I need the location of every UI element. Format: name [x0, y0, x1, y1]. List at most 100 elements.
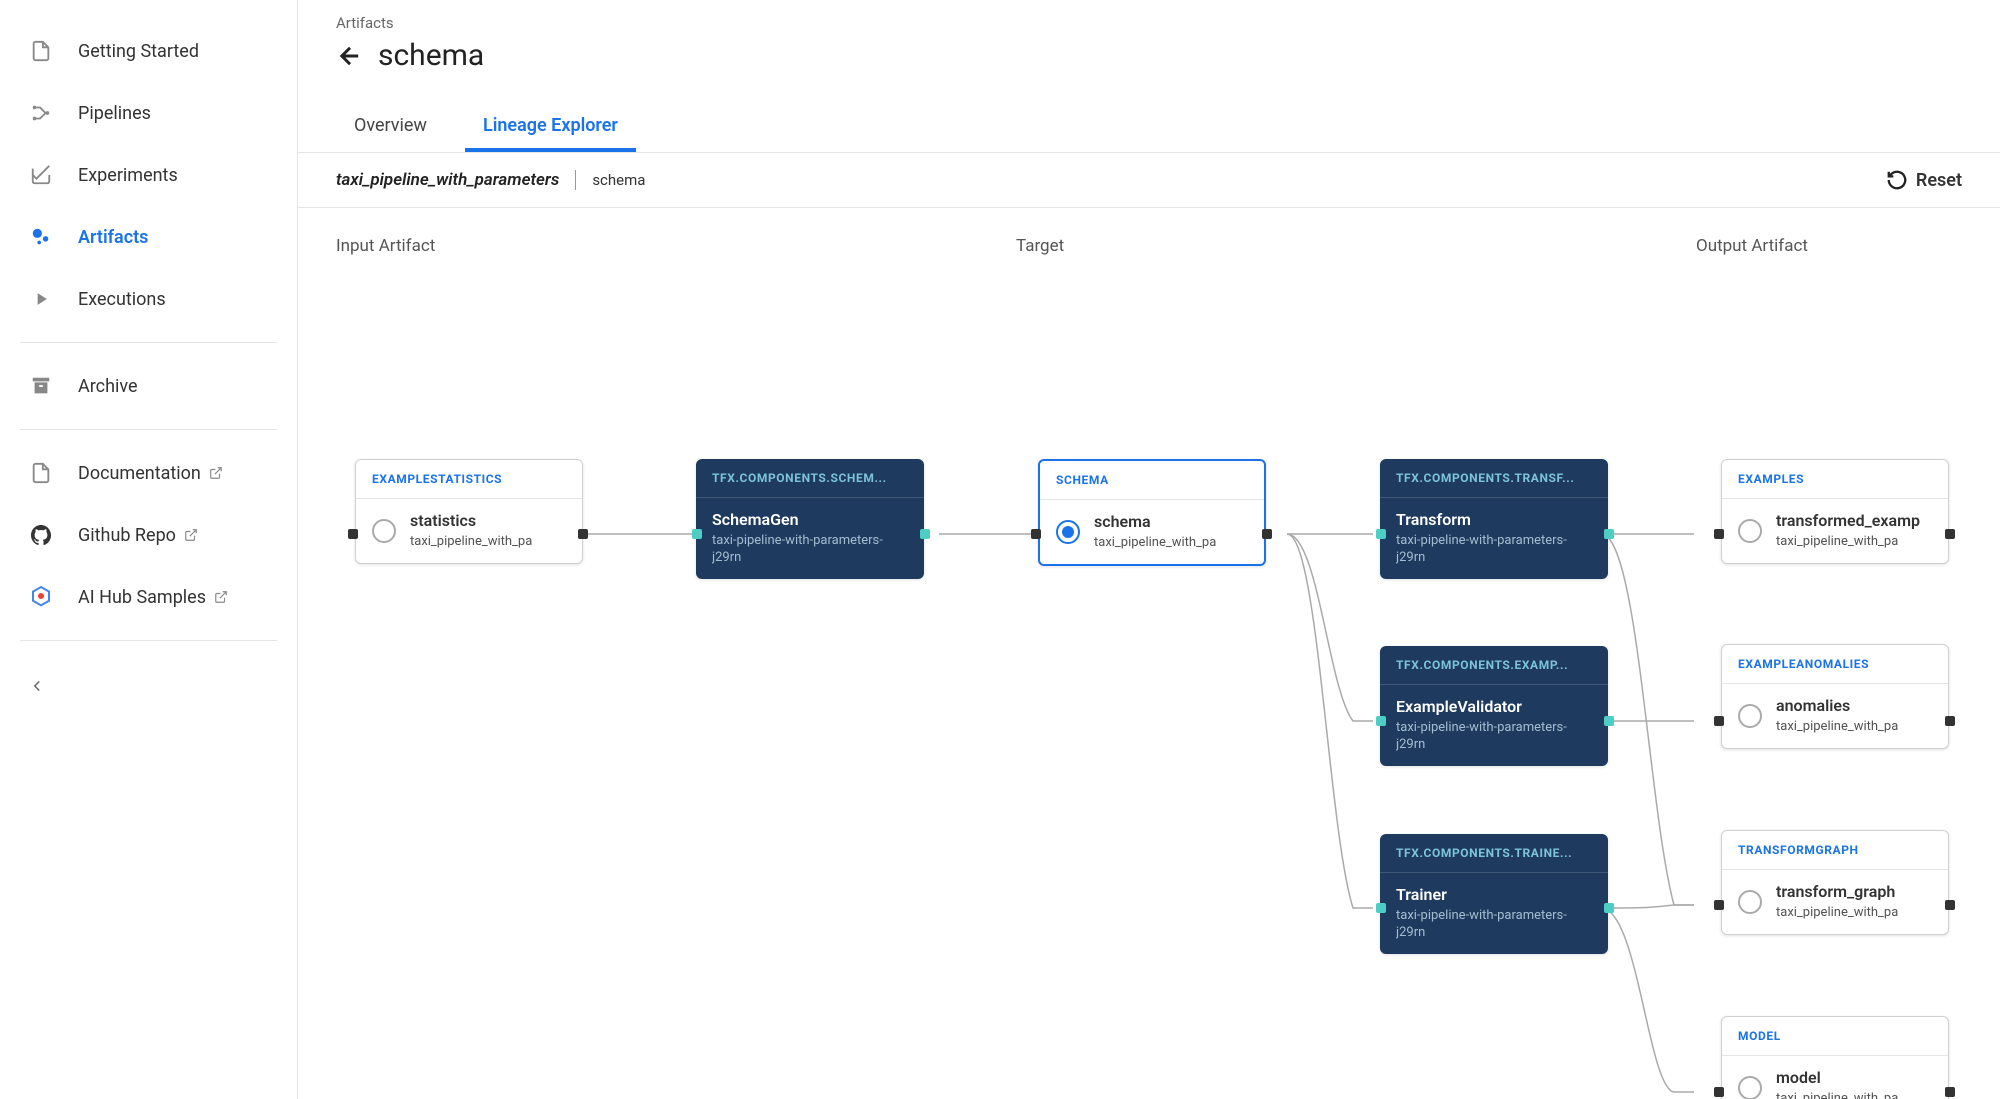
nav-label: Experiments	[78, 165, 178, 186]
node-transform[interactable]: TFX.COMPONENTS.TRANSF... Transform taxi-…	[1380, 459, 1608, 579]
back-button[interactable]	[336, 42, 364, 70]
node-subtitle: taxi-pipeline-with-parameters-j29rn	[1396, 533, 1592, 567]
node-output-model[interactable]: MODEL model taxi_pipeline_with_pa	[1721, 1016, 1949, 1099]
external-link-icon	[184, 528, 198, 542]
port	[1945, 716, 1955, 726]
node-title: Trainer	[1396, 885, 1592, 904]
nav-label: AI Hub Samples	[78, 587, 206, 608]
port	[1376, 716, 1386, 726]
nav-documentation[interactable]: Documentation	[0, 442, 297, 504]
nav-label: Pipelines	[78, 103, 151, 124]
nav-experiments[interactable]: Experiments	[0, 144, 297, 206]
nav-artifacts[interactable]: Artifacts	[0, 206, 297, 268]
node-output-transformgraph[interactable]: TRANSFORMGRAPH transform_graph taxi_pipe…	[1721, 830, 1949, 935]
port	[1604, 716, 1614, 726]
sidebar: Getting Started Pipelines Experiments Ar…	[0, 0, 298, 1099]
port	[1376, 903, 1386, 913]
main-content: Artifacts schema Overview Lineage Explor…	[298, 0, 2000, 1099]
node-subtitle: taxi_pipeline_with_pa	[1776, 534, 1920, 551]
node-subtitle: taxi-pipeline-with-parameters-j29rn	[1396, 908, 1592, 942]
node-type: EXAMPLESTATISTICS	[356, 460, 582, 499]
reset-label: Reset	[1916, 170, 1962, 191]
node-input-statistics[interactable]: EXAMPLESTATISTICS statistics taxi_pipeli…	[355, 459, 583, 564]
node-type: TFX.COMPONENTS.SCHEM...	[696, 459, 924, 498]
document-icon	[28, 460, 54, 486]
tab-overview[interactable]: Overview	[336, 99, 445, 152]
divider	[20, 342, 277, 343]
tab-lineage-explorer[interactable]: Lineage Explorer	[465, 99, 636, 152]
reset-button[interactable]: Reset	[1886, 169, 1962, 191]
nav-pipelines[interactable]: Pipelines	[0, 82, 297, 144]
tabs: Overview Lineage Explorer	[298, 99, 2000, 153]
node-schemagen[interactable]: TFX.COMPONENTS.SCHEM... SchemaGen taxi-p…	[696, 459, 924, 579]
nav-label: Artifacts	[78, 227, 148, 248]
divider	[20, 429, 277, 430]
reset-icon	[1886, 169, 1908, 191]
divider	[20, 640, 277, 641]
play-icon	[28, 286, 54, 312]
node-type: EXAMPLEANOMALIES	[1722, 645, 1948, 684]
node-type: TFX.COMPONENTS.TRAINE...	[1380, 834, 1608, 873]
node-trainer[interactable]: TFX.COMPONENTS.TRAINE... Trainer taxi-pi…	[1380, 834, 1608, 954]
nav-getting-started[interactable]: Getting Started	[0, 20, 297, 82]
radio-icon[interactable]	[1738, 1076, 1762, 1099]
radio-icon[interactable]	[1738, 519, 1762, 543]
node-type: TFX.COMPONENTS.TRANSF...	[1380, 459, 1608, 498]
port	[1376, 529, 1386, 539]
node-output-anomalies[interactable]: EXAMPLEANOMALIES anomalies taxi_pipeline…	[1721, 644, 1949, 749]
radio-icon[interactable]	[372, 519, 396, 543]
nav-github[interactable]: Github Repo	[0, 504, 297, 566]
port	[1262, 529, 1272, 539]
subheader: taxi_pipeline_with_parameters schema Res…	[298, 153, 2000, 208]
radio-icon[interactable]	[1738, 890, 1762, 914]
external-link-icon	[214, 590, 228, 604]
port	[1604, 529, 1614, 539]
port	[1714, 900, 1724, 910]
nav-archive[interactable]: Archive	[0, 355, 297, 417]
node-title: anomalies	[1776, 696, 1898, 715]
node-title: model	[1776, 1068, 1898, 1087]
column-header-target: Target	[1016, 236, 1696, 256]
nav-aihub[interactable]: AI Hub Samples	[0, 566, 297, 628]
node-type: TRANSFORMGRAPH	[1722, 831, 1948, 870]
nav-label: Github Repo	[78, 525, 176, 546]
port	[1945, 1087, 1955, 1097]
port	[1714, 716, 1724, 726]
collapse-sidebar-button[interactable]	[0, 665, 297, 711]
node-title: transform_graph	[1776, 882, 1898, 901]
node-title: transformed_examp	[1776, 511, 1920, 530]
lineage-canvas[interactable]: Input Artifact Target Output Artifact EX…	[298, 208, 2000, 1099]
page-title: schema	[378, 38, 484, 73]
radio-icon[interactable]	[1738, 704, 1762, 728]
node-title: Transform	[1396, 510, 1592, 529]
node-subtitle: taxi-pipeline-with-parameters-j29rn	[712, 533, 908, 567]
column-header-input: Input Artifact	[336, 236, 1016, 256]
port	[348, 529, 358, 539]
document-icon	[28, 38, 54, 64]
radio-icon[interactable]	[1056, 520, 1080, 544]
nav-executions[interactable]: Executions	[0, 268, 297, 330]
github-icon	[28, 522, 54, 548]
node-type: MODEL	[1722, 1017, 1948, 1056]
node-subtitle: taxi_pipeline_with_pa	[1776, 1091, 1898, 1099]
bubbles-icon	[28, 224, 54, 250]
archive-icon	[28, 373, 54, 399]
pipeline-icon	[28, 100, 54, 126]
column-header-output: Output Artifact	[1696, 236, 1962, 256]
node-type: EXAMPLES	[1722, 460, 1948, 499]
node-type: SCHEMA	[1040, 461, 1264, 500]
checklist-icon	[28, 162, 54, 188]
node-title: SchemaGen	[712, 510, 908, 529]
nav-label: Documentation	[78, 463, 201, 484]
node-title: statistics	[410, 511, 532, 530]
node-subtitle: taxi_pipeline_with_pa	[410, 534, 532, 551]
port	[1945, 529, 1955, 539]
node-output-examples[interactable]: EXAMPLES transformed_examp taxi_pipeline…	[1721, 459, 1949, 564]
artifact-name: schema	[592, 171, 645, 189]
node-subtitle: taxi_pipeline_with_pa	[1094, 535, 1216, 552]
node-examplevalidator[interactable]: TFX.COMPONENTS.EXAMP... ExampleValidator…	[1380, 646, 1608, 766]
node-type: TFX.COMPONENTS.EXAMP...	[1380, 646, 1608, 685]
port	[1714, 1087, 1724, 1097]
node-target-schema[interactable]: SCHEMA schema taxi_pipeline_with_pa	[1038, 459, 1266, 566]
external-link-icon	[209, 466, 223, 480]
